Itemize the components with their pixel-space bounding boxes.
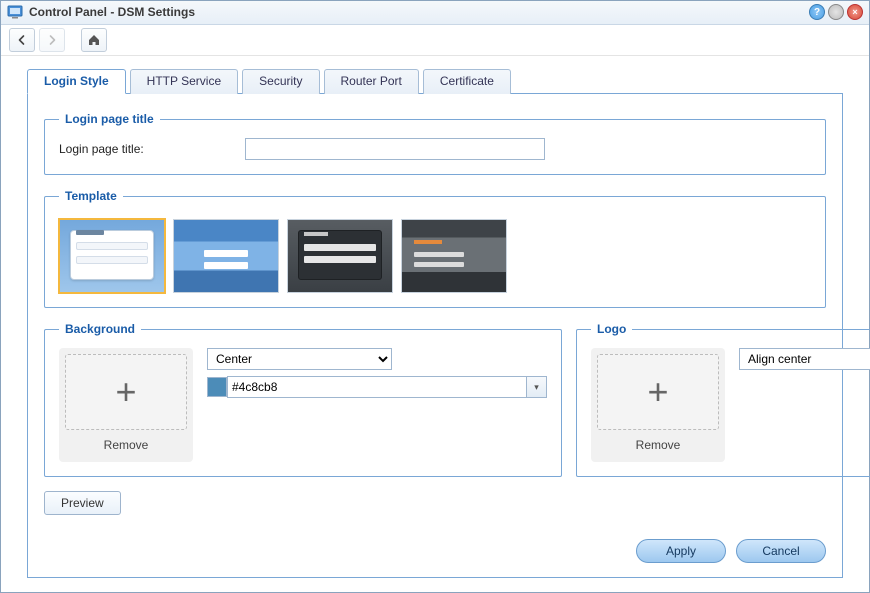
forward-button[interactable] [39,28,65,52]
close-button[interactable]: × [847,4,863,20]
cancel-button[interactable]: Cancel [736,539,826,563]
background-upload-dropzone[interactable]: + [65,354,187,430]
back-button[interactable] [9,28,35,52]
logo-align-select[interactable]: Align center [739,348,870,370]
background-group: Background + Remove Center [44,322,562,477]
login-title-group: Login page title Login page title: [44,112,826,175]
logo-upload-dropzone[interactable]: + [597,354,719,430]
help-button[interactable]: ? [809,4,825,20]
window-frame: Control Panel - DSM Settings ? × Login S… [0,0,870,593]
nav-toolbar [1,25,869,56]
app-icon [7,4,23,20]
template-legend: Template [59,189,123,203]
background-remove-button[interactable]: Remove [65,436,187,456]
logo-uploader: + Remove [591,348,725,462]
tab-panel: Login page title Login page title: Templ… [27,94,843,578]
template-option-4[interactable] [401,219,507,293]
login-title-legend: Login page title [59,112,160,126]
logo-remove-button[interactable]: Remove [597,436,719,456]
titlebar: Control Panel - DSM Settings ? × [1,1,869,25]
template-group: Template [44,189,826,308]
template-option-1[interactable] [59,219,165,293]
preview-button[interactable]: Preview [44,491,121,515]
apply-button[interactable]: Apply [636,539,726,563]
tab-router-port[interactable]: Router Port [324,69,419,94]
home-button[interactable] [81,28,107,52]
plus-icon: + [647,374,668,410]
footer-actions: Apply Cancel [44,529,826,563]
logo-legend: Logo [591,322,632,336]
content-area: Login Style HTTP Service Security Router… [1,56,869,592]
tab-certificate[interactable]: Certificate [423,69,511,94]
background-color-input[interactable] [227,376,527,398]
background-color-dropdown-button[interactable]: ▾ [527,376,547,398]
tab-security[interactable]: Security [242,69,319,94]
window-title: Control Panel - DSM Settings [29,5,809,19]
plus-icon: + [115,374,136,410]
logo-group: Logo + Remove Align center [576,322,870,477]
tab-login-style[interactable]: Login Style [27,69,126,94]
tab-http-service[interactable]: HTTP Service [130,69,238,94]
login-title-input[interactable] [245,138,545,160]
tabstrip: Login Style HTTP Service Security Router… [27,68,843,94]
background-legend: Background [59,322,141,336]
login-title-label: Login page title: [59,142,239,156]
template-option-2[interactable] [173,219,279,293]
background-position-select[interactable]: Center [207,348,392,370]
minimize-button[interactable] [828,4,844,20]
background-uploader: + Remove [59,348,193,462]
background-color-swatch[interactable] [207,377,227,397]
template-option-3[interactable] [287,219,393,293]
